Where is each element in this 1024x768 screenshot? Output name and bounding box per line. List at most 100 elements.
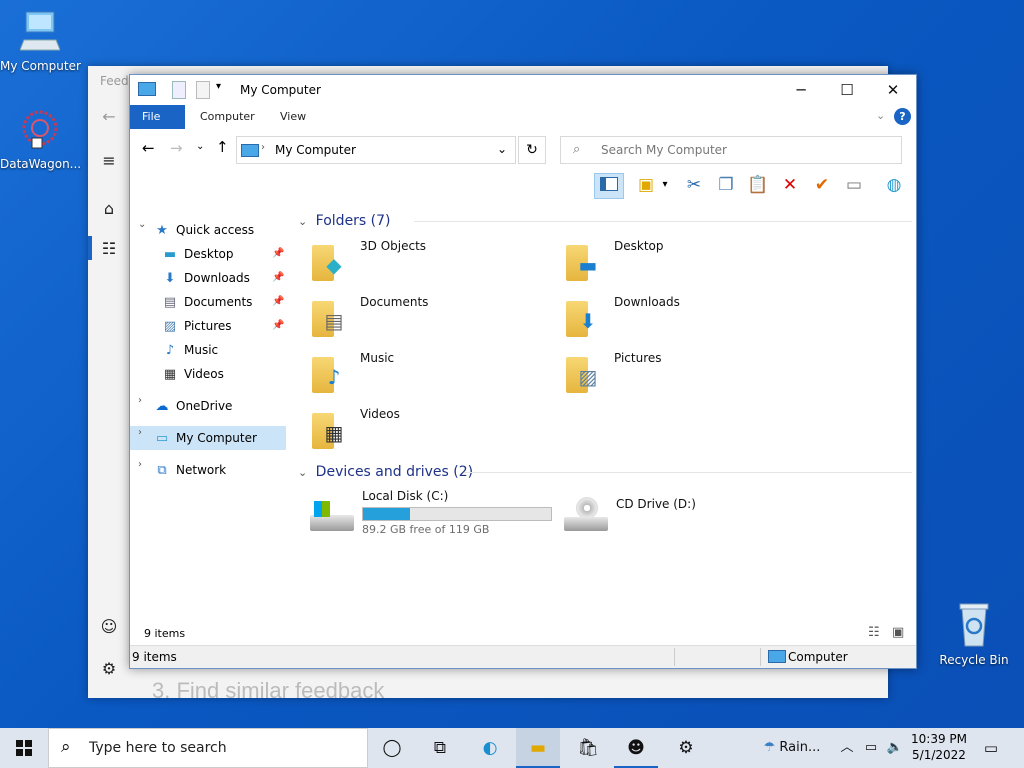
expand-chevron-icon[interactable]: › <box>138 427 142 438</box>
pin-icon[interactable]: 📌 <box>272 320 284 331</box>
recent-locations-icon[interactable]: ⌄ <box>196 141 204 152</box>
folder-pictures[interactable]: ▨ Pictures <box>548 349 788 401</box>
rename-icon[interactable]: ▭ <box>840 173 868 197</box>
folder-options-icon[interactable]: ▣ <box>632 173 660 197</box>
details-view-icon[interactable]: ☷ <box>868 625 880 640</box>
window-title: My Computer <box>240 83 321 97</box>
minimize-button[interactable]: ─ <box>778 75 824 105</box>
nav-onedrive[interactable]: ☁ OneDrive <box>154 395 233 417</box>
taskbar-search-box[interactable]: ⌕ Type here to search <box>48 728 368 768</box>
large-icons-view-icon[interactable]: ▣ <box>892 625 904 640</box>
desktop-icon-label: Recycle Bin <box>939 653 1009 667</box>
delete-icon[interactable]: ✕ <box>776 173 804 197</box>
folder-desktop[interactable]: ▬ Desktop <box>548 237 788 289</box>
hamburger-menu-icon[interactable]: ≡ <box>96 148 122 174</box>
task-view-button[interactable]: ⧉ <box>420 728 460 768</box>
copy-icon[interactable]: ❐ <box>712 173 740 197</box>
nav-network[interactable]: ⧉ Network <box>154 459 226 481</box>
drive-free-space: 89.2 GB free of 119 GB <box>362 523 490 536</box>
network-globe-icon[interactable]: ◍ <box>880 173 908 197</box>
help-icon[interactable]: ? <box>894 108 911 125</box>
back-arrow-icon[interactable]: ← <box>96 104 122 130</box>
nav-item-music[interactable]: ♪ Music <box>162 339 218 361</box>
new-folder-icon[interactable] <box>196 81 210 99</box>
check-icon[interactable]: ✔ <box>808 173 836 197</box>
desktop-icon-recycle-bin[interactable]: Recycle Bin <box>934 602 1014 667</box>
nav-quick-access[interactable]: ★ Quick access <box>154 219 254 241</box>
forward-arrow-icon[interactable]: → <box>170 139 183 157</box>
pin-icon[interactable]: 📌 <box>272 272 284 283</box>
dropdown-icon[interactable]: ▾ <box>658 173 672 197</box>
nav-item-downloads[interactable]: ⬇ Downloads <box>162 267 250 289</box>
cd-drive-icon <box>564 497 608 533</box>
maximize-button[interactable]: ☐ <box>824 75 870 105</box>
search-placeholder: Search My Computer <box>601 143 727 157</box>
feedback-hub-taskbar-icon[interactable]: ☻ <box>614 728 658 768</box>
expand-ribbon-icon[interactable]: ⌄ <box>876 109 885 122</box>
drive-local-disk-c[interactable]: Local Disk (C:) 89.2 GB free of 119 GB <box>294 489 554 541</box>
refresh-button[interactable]: ↻ <box>518 136 546 164</box>
tab-view[interactable]: View <box>268 105 318 129</box>
address-dropdown-icon[interactable]: ⌄ <box>497 142 507 156</box>
recycle-bin-icon <box>959 603 989 647</box>
folder-documents[interactable]: ▤ Documents <box>294 293 534 345</box>
tab-computer[interactable]: Computer <box>188 105 267 129</box>
folder-icon: ⬇ <box>566 297 602 337</box>
cortana-button[interactable]: ◯ <box>372 728 412 768</box>
notifications-icon[interactable]: ▭ <box>976 728 1006 768</box>
desktop-icon-my-computer[interactable]: My Computer <box>0 10 81 73</box>
pin-icon[interactable]: 📌 <box>272 296 284 307</box>
clock-date: 5/1/2022 <box>912 748 966 762</box>
cloud-icon: ☁ <box>155 399 169 414</box>
nav-item-desktop[interactable]: ▬ Desktop <box>162 243 234 265</box>
nav-my-computer[interactable]: ▭ My Computer <box>154 427 257 449</box>
quick-access-dropdown-icon[interactable]: ▾ <box>216 81 221 92</box>
desktop-icon-label: DataWagon... <box>0 157 82 171</box>
back-arrow-icon[interactable]: ← <box>142 139 155 157</box>
cut-icon[interactable]: ✂ <box>680 173 708 197</box>
file-explorer-taskbar-icon[interactable]: ▬ <box>516 728 560 768</box>
pin-icon[interactable]: 📌 <box>272 248 284 259</box>
up-arrow-icon[interactable]: ↑ <box>216 138 229 156</box>
nav-item-pictures[interactable]: ▨ Pictures <box>162 315 232 337</box>
volume-icon[interactable]: 🔈 <box>884 728 906 768</box>
home-icon[interactable]: ⌂ <box>96 196 122 222</box>
search-input[interactable]: ⌕ Search My Computer <box>560 136 902 164</box>
feedback-icon[interactable]: ☷ <box>96 236 122 262</box>
folder-3d-objects[interactable]: ◆ 3D Objects <box>294 237 534 289</box>
folder-videos[interactable]: ▦ Videos <box>294 405 534 457</box>
paste-icon[interactable]: 📋 <box>744 173 772 197</box>
clock[interactable]: 10:39 PM 5/1/2022 <box>910 731 968 763</box>
desktop-icon-datawagon[interactable]: DataWagon... <box>0 108 82 171</box>
properties-icon[interactable] <box>172 81 186 99</box>
folder-music[interactable]: ♪ Music <box>294 349 534 401</box>
status-divider <box>760 648 761 666</box>
expand-chevron-icon[interactable]: › <box>138 395 142 406</box>
status-bar: 9 items ☷ ▣ <box>130 625 916 645</box>
nav-item-documents[interactable]: ▤ Documents <box>162 291 253 313</box>
expand-chevron-icon[interactable]: ⌄ <box>138 219 146 230</box>
folders-header-text: Folders (7) <box>315 213 391 229</box>
collapse-chevron-icon: ⌄ <box>298 466 308 479</box>
start-button[interactable] <box>0 728 48 768</box>
tab-file[interactable]: File <box>130 105 185 129</box>
network-icon[interactable]: ▭ <box>860 728 882 768</box>
store-icon[interactable]: 🛍 <box>566 728 610 768</box>
datawagon-icon <box>22 110 58 149</box>
devices-group-header[interactable]: ⌄ Devices and drives (2) <box>298 462 912 482</box>
nav-item-videos[interactable]: ▦ Videos <box>162 363 224 385</box>
edge-icon[interactable]: ◐ <box>468 728 512 768</box>
settings-icon[interactable]: ⚙ <box>664 728 708 768</box>
weather-widget[interactable]: ☂ Rain... <box>752 728 832 768</box>
show-hidden-icons-icon[interactable]: ︿ <box>838 728 856 768</box>
address-bar[interactable]: › My Computer ⌄ <box>236 136 516 164</box>
drive-cd-d[interactable]: CD Drive (D:) <box>548 489 788 541</box>
person-icon[interactable]: ☺ <box>96 614 122 640</box>
folders-group-header[interactable]: ⌄ Folders (7) <box>298 211 912 231</box>
gear-icon[interactable]: ⚙ <box>96 656 122 682</box>
close-button[interactable]: ✕ <box>870 75 916 105</box>
expand-chevron-icon[interactable]: › <box>138 459 142 470</box>
preview-pane-icon[interactable] <box>594 173 624 199</box>
folder-downloads[interactable]: ⬇ Downloads <box>548 293 788 345</box>
folder-icon: ▬ <box>566 241 602 281</box>
